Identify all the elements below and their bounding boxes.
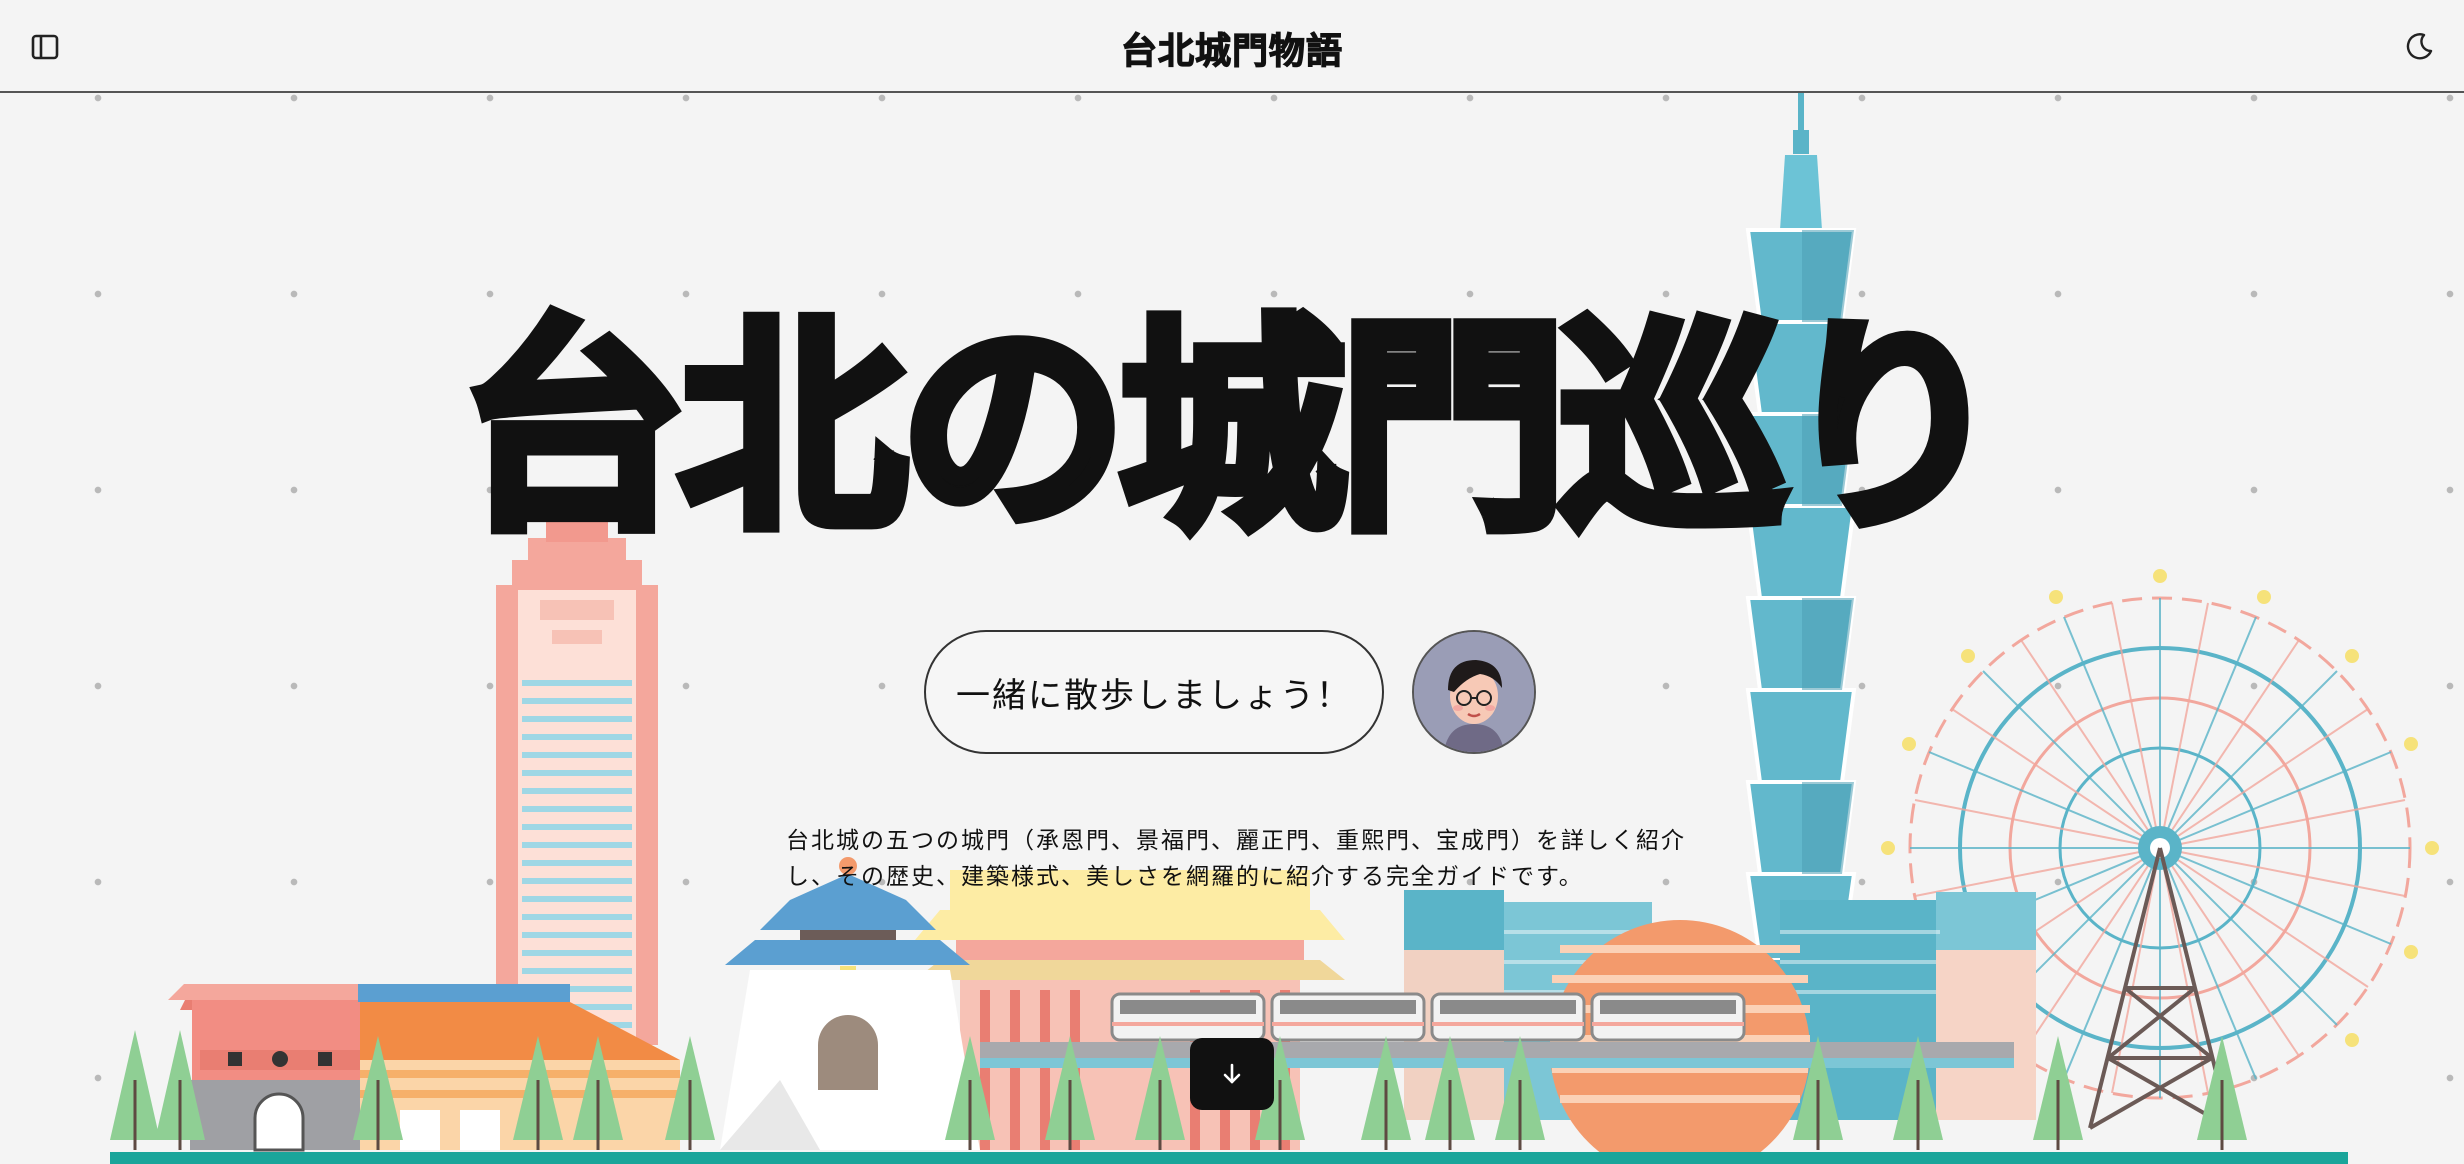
lets-walk-button[interactable]: 一緒に散歩しましょう！ <box>924 630 1384 754</box>
moon-icon <box>2406 33 2433 60</box>
site-title[interactable]: 台北城門物語 <box>0 22 2464 74</box>
pink-skyscraper <box>496 512 658 1045</box>
scroll-down-button[interactable] <box>1190 1038 1274 1110</box>
memorial-hall <box>720 857 980 1150</box>
cartoon-man-avatar-icon <box>1414 632 1534 752</box>
avatar <box>1412 630 1536 754</box>
hero-title: 台北の城門巡り <box>454 294 2012 566</box>
ground-strip <box>110 1152 2348 1164</box>
theme-toggle-button[interactable] <box>2402 30 2436 64</box>
cta-row: 一緒に散歩しましょう！ <box>924 630 1536 754</box>
taipei-skyline-illustration <box>110 92 2439 1164</box>
hero-description: 台北城の五つの城門（承恩門、景福門、麗正門、重熙門、宝成門）を詳しく紹介し、その… <box>786 828 1686 890</box>
arrow-down-icon <box>1223 1063 1241 1084</box>
page: 台北城門物語 台北の城門巡り 一緒に散歩しましょう！ 台北城の五つの城門（承恩門… <box>0 0 2464 1164</box>
top-bar: 台北城門物語 <box>0 0 2464 93</box>
